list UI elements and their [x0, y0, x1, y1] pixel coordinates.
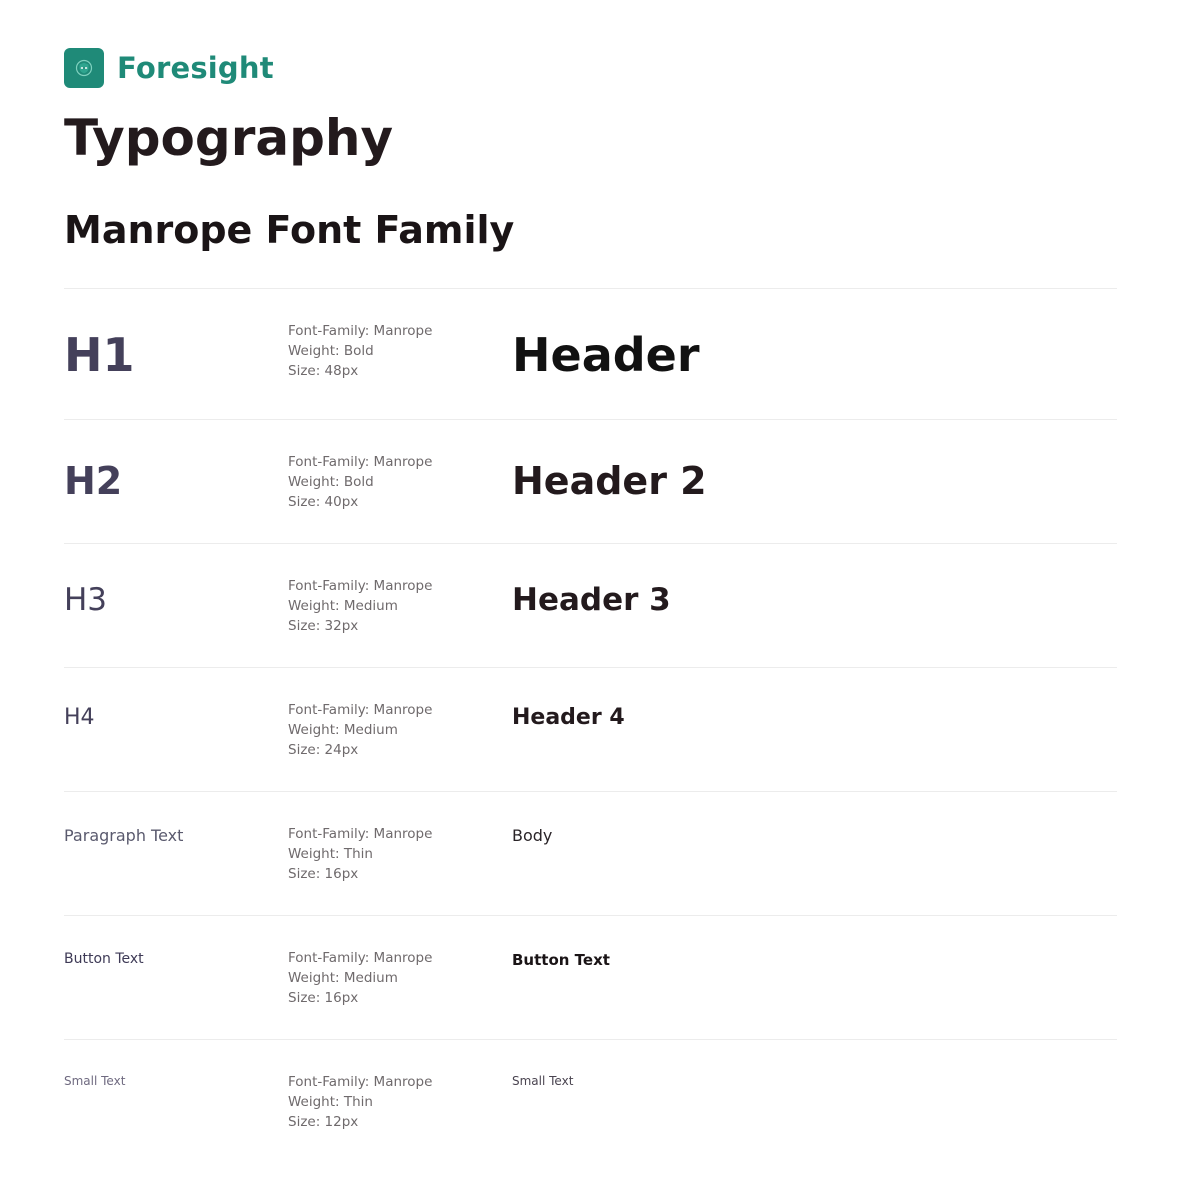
spec-weight: Weight: Medium — [288, 598, 398, 614]
style-sample: Header 3 — [512, 582, 671, 618]
style-spec: Font-Family: Manrope Weight: Bold Size: … — [288, 452, 432, 512]
typography-table: H1 Font-Family: Manrope Weight: Bold Siz… — [64, 288, 1117, 1179]
typography-row-h2: H2 Font-Family: Manrope Weight: Bold Siz… — [64, 419, 1117, 543]
spec-size: Size: 32px — [288, 618, 359, 634]
typography-row-button: Button Text Font-Family: Manrope Weight:… — [64, 915, 1117, 1039]
typography-row-h1: H1 Font-Family: Manrope Weight: Bold Siz… — [64, 288, 1117, 419]
style-sample: Header 2 — [512, 459, 707, 503]
style-spec: Font-Family: Manrope Weight: Medium Size… — [288, 700, 432, 760]
spec-weight: Weight: Medium — [288, 722, 398, 738]
typography-row-small: Small Text Font-Family: Manrope Weight: … — [64, 1039, 1117, 1179]
spec-size: Size: 40px — [288, 494, 359, 510]
shield-logo-icon — [64, 48, 104, 88]
style-label: Paragraph Text — [64, 826, 184, 845]
spec-size: Size: 24px — [288, 742, 359, 758]
spec-family: Font-Family: Manrope — [288, 454, 433, 470]
spec-weight: Weight: Thin — [288, 1094, 373, 1110]
style-spec: Font-Family: Manrope Weight: Thin Size: … — [288, 824, 432, 884]
spec-family: Font-Family: Manrope — [288, 702, 433, 718]
section-title: Manrope Font Family — [64, 208, 515, 252]
style-sample: Small Text — [512, 1074, 574, 1088]
style-spec: Font-Family: Manrope Weight: Medium Size… — [288, 948, 432, 1008]
style-label: H1 — [64, 328, 135, 382]
spec-weight: Weight: Bold — [288, 343, 374, 359]
spec-family: Font-Family: Manrope — [288, 950, 433, 966]
style-sample: Button Text — [512, 951, 610, 969]
style-label: H2 — [64, 459, 123, 503]
style-spec: Font-Family: Manrope Weight: Bold Size: … — [288, 321, 432, 381]
spec-weight: Weight: Thin — [288, 846, 373, 862]
spec-family: Font-Family: Manrope — [288, 323, 433, 339]
brand-header: Foresight — [64, 48, 274, 88]
spec-family: Font-Family: Manrope — [288, 578, 433, 594]
spec-family: Font-Family: Manrope — [288, 826, 433, 842]
typography-row-paragraph: Paragraph Text Font-Family: Manrope Weig… — [64, 791, 1117, 915]
style-sample: Header — [512, 328, 700, 382]
typography-row-h4: H4 Font-Family: Manrope Weight: Medium S… — [64, 667, 1117, 791]
style-spec: Font-Family: Manrope Weight: Medium Size… — [288, 576, 432, 636]
typography-row-h3: H3 Font-Family: Manrope Weight: Medium S… — [64, 543, 1117, 667]
spec-size: Size: 16px — [288, 990, 359, 1006]
spec-weight: Weight: Medium — [288, 970, 398, 986]
page-title: Typography — [64, 109, 394, 167]
spec-size: Size: 48px — [288, 363, 359, 379]
spec-family: Font-Family: Manrope — [288, 1074, 433, 1090]
spec-size: Size: 16px — [288, 866, 359, 882]
spec-size: Size: 12px — [288, 1114, 359, 1130]
spec-weight: Weight: Bold — [288, 474, 374, 490]
style-label: H4 — [64, 705, 95, 730]
style-sample: Header 4 — [512, 705, 625, 730]
style-label: Small Text — [64, 1074, 126, 1088]
brand-name: Foresight — [117, 51, 274, 85]
style-sample: Body — [512, 826, 553, 845]
style-spec: Font-Family: Manrope Weight: Thin Size: … — [288, 1072, 432, 1132]
style-label: Button Text — [64, 951, 144, 967]
style-label: H3 — [64, 582, 108, 618]
